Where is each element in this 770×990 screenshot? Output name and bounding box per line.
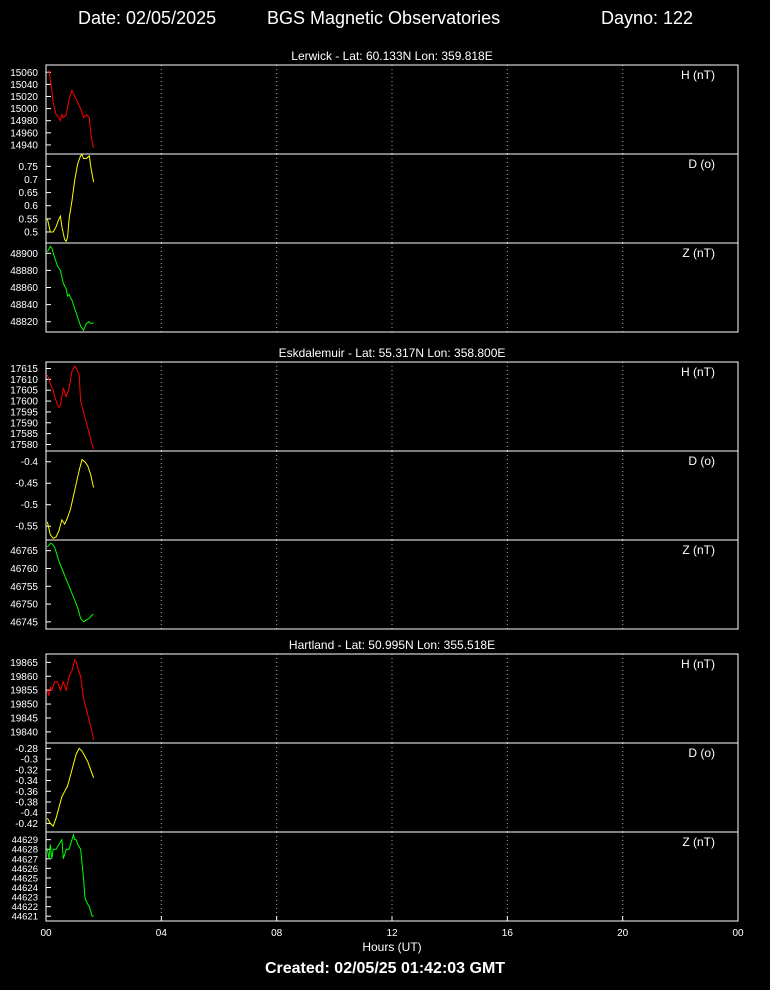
y-tick-label: 17605 [10,386,38,397]
y-tick-label: 0.5 [24,227,38,238]
y-tick-label: 15040 [10,80,38,91]
observatory-title: Hartland - Lat: 50.995N Lon: 355.518E [289,638,495,652]
x-tick-label: 16 [502,928,514,939]
y-tick-label: 19855 [10,686,38,697]
y-tick-label: 46760 [10,564,38,575]
y-tick-label: -0.5 [21,500,39,511]
series-line-z [47,543,94,623]
x-tick-label: 00 [40,928,52,939]
series-line-z [46,833,94,917]
component-label: H (nT) [681,68,715,82]
y-tick-label: 17610 [10,375,38,386]
y-tick-label: -0.38 [15,797,38,808]
y-tick-label: -0.4 [21,808,39,819]
y-tick-label: 19840 [10,727,38,738]
y-tick-label: -0.28 [15,744,38,755]
y-tick-label: -0.36 [15,787,38,798]
y-tick-label: 17580 [10,440,38,451]
y-tick-label: 48860 [10,283,38,294]
x-axis-label: Hours (UT) [362,940,421,954]
y-tick-label: 15060 [10,68,38,79]
component-label: Z (nT) [682,543,715,557]
y-tick-label: 19865 [10,658,38,669]
y-tick-label: 17585 [10,429,38,440]
y-tick-label: 14960 [10,128,38,139]
y-tick-label: 44621 [12,912,38,923]
x-tick-label: 04 [156,928,168,939]
series-line-h [47,70,95,149]
observatory-title: Lerwick - Lat: 60.133N Lon: 359.818E [291,49,492,63]
y-tick-label: -0.3 [21,755,39,766]
y-tick-label: 15000 [10,104,38,115]
y-tick-label: 17600 [10,397,38,408]
y-tick-label: 17615 [10,364,38,375]
observatory-title: Eskdalemuir - Lat: 55.317N Lon: 358.800E [279,346,506,360]
series-line-z [46,245,94,332]
y-tick-label: 48880 [10,266,38,277]
series-line-d [46,153,95,243]
y-tick-label: 0.65 [19,188,39,199]
y-tick-label: 46765 [10,546,38,557]
component-label: D (o) [688,746,715,760]
y-tick-label: 17595 [10,407,38,418]
y-tick-label: 0.6 [24,201,38,212]
y-tick-label: -0.32 [15,765,38,776]
magnetogram-chart: Lerwick - Lat: 60.133N Lon: 359.818E 1506… [10,49,744,954]
y-tick-label: 19845 [10,713,38,724]
y-tick-label: 48840 [10,300,38,311]
component-label: H (nT) [681,657,715,671]
series-line-d [46,747,95,827]
component-label: D (o) [688,157,715,171]
y-tick-label: -0.34 [15,776,38,787]
y-tick-label: -0.4 [21,457,39,468]
y-tick-label: 17590 [10,418,38,429]
series-line-d [46,458,95,539]
x-tick-label: 20 [617,928,629,939]
y-tick-label: 15020 [10,92,38,103]
y-tick-label: 14940 [10,140,38,151]
created-timestamp: Created: 02/05/25 01:42:03 GMT [264,960,506,977]
x-tick-label: 12 [386,928,398,939]
component-label: D (o) [688,454,715,468]
series-line-h [46,365,95,449]
y-tick-label: 0.55 [19,214,39,225]
component-label: Z (nT) [682,246,715,260]
component-label: H (nT) [681,365,715,379]
y-tick-label: 48820 [10,317,38,328]
y-tick-label: 46750 [10,600,38,611]
y-tick-label: -0.55 [15,522,38,533]
x-tick-label: 00 [732,928,744,939]
y-tick-label: 19860 [10,672,38,683]
y-tick-label: 46755 [10,582,38,593]
y-tick-label: 46745 [10,617,38,628]
y-tick-label: 0.7 [24,175,38,186]
y-tick-label: 14980 [10,116,38,127]
series-line-h [46,658,95,741]
x-tick-label: 08 [271,928,283,939]
component-label: Z (nT) [682,835,715,849]
y-tick-label: 0.75 [19,162,39,173]
y-tick-label: 48900 [10,249,38,260]
y-tick-label: -0.42 [15,819,38,830]
y-tick-label: -0.45 [15,479,38,490]
y-tick-label: 19850 [10,700,38,711]
